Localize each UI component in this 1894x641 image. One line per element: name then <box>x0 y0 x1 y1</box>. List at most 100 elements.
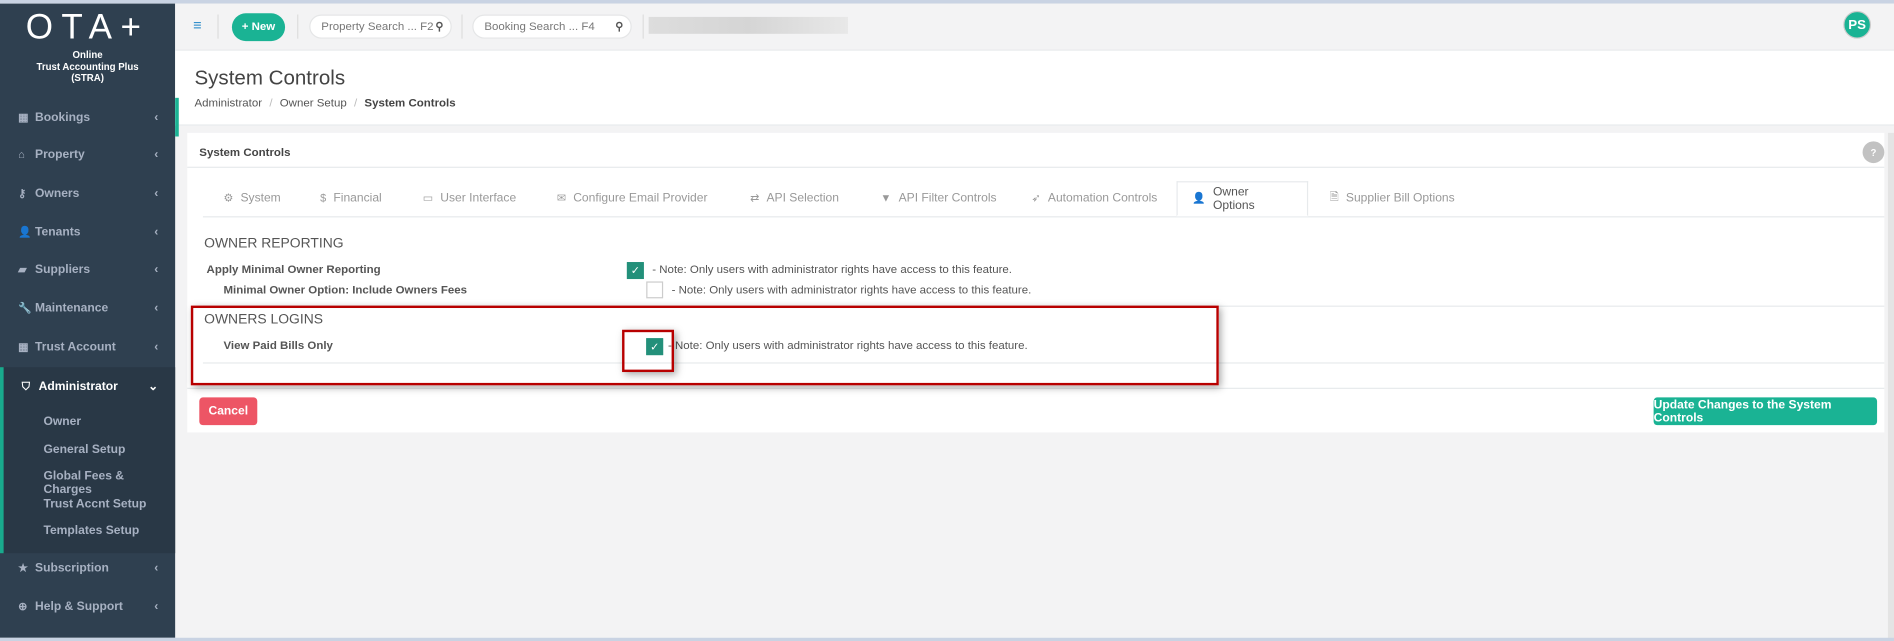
user-icon: 👤 <box>18 225 32 238</box>
rocket-icon: ➶ <box>1031 191 1041 204</box>
tab-automation-controls[interactable]: ➶ Automation Controls <box>1017 181 1172 215</box>
tab-label: API Filter Controls <box>898 191 997 205</box>
property-search-input[interactable]: Property Search ... F2 ⚲ <box>309 14 452 39</box>
page-title: System Controls <box>194 66 346 90</box>
sidebar-subitem-general-setup[interactable]: General Setup <box>43 443 125 456</box>
check-icon: ✓ <box>630 263 640 277</box>
tab-label: User Interface <box>440 191 517 205</box>
panel-title: System Controls <box>199 146 291 160</box>
tab-label: Automation Controls <box>1047 191 1158 205</box>
chevron-left-icon: ‹ <box>154 340 159 354</box>
logo: OTA+ <box>25 8 150 48</box>
chevron-left-icon: ‹ <box>154 599 159 614</box>
highlight-box <box>190 305 1219 386</box>
scrollbar[interactable] <box>1887 132 1894 641</box>
tab-underline <box>202 216 1885 218</box>
booking-search-input[interactable]: Booking Search ... F4 ⚲ <box>472 14 632 39</box>
laptop-icon: ▭ <box>422 191 434 204</box>
envelope-icon: ✉ <box>556 191 566 204</box>
dollar-icon: $ <box>320 192 327 205</box>
tab-label: Owner Options <box>1212 185 1255 212</box>
tab-api-selection[interactable]: ⇄ API Selection <box>736 181 854 215</box>
sidebar-subitem-trust-accnt-setup[interactable]: Trust Accnt Setup <box>43 498 146 511</box>
logo-line: Online <box>72 49 103 61</box>
nav-label: Maintenance <box>35 301 109 315</box>
divider <box>187 387 1885 389</box>
nav-label: Owners <box>35 186 80 200</box>
booking-search-placeholder: Booking Search ... F4 <box>484 19 595 34</box>
user-icon: 👤 <box>1192 192 1206 205</box>
sidebar-item-property[interactable]: ⌂ Property ‹ <box>0 136 175 172</box>
breadcrumb-item[interactable]: Owner Setup <box>280 97 347 110</box>
sidebar-item-maintenance[interactable]: 🔧 Maintenance ‹ <box>0 290 175 326</box>
search-icon: ⚲ <box>435 19 444 33</box>
sidebar-item-help-support[interactable]: ⊕ Help & Support ‹ <box>0 588 175 624</box>
nav-label: Administrator <box>38 379 118 394</box>
sidebar: OTA+ Online Trust Accounting Plus (STRA)… <box>0 3 176 638</box>
logo-line: (STRA) <box>71 72 104 84</box>
sidebar-item-owners[interactable]: ⚷ Owners ‹ <box>0 175 175 211</box>
shield-icon: ⛉ <box>21 379 30 392</box>
chevron-left-icon: ‹ <box>154 561 159 575</box>
key-icon: ⚷ <box>18 186 27 199</box>
sidebar-subitem-global-fees[interactable]: Global Fees & Charges <box>43 470 175 497</box>
divider <box>642 14 644 39</box>
sidebar-item-bookings[interactable]: ▦ Bookings ‹ <box>0 99 175 135</box>
tab-label: Supplier Bill Options <box>1345 191 1455 205</box>
hamburger-menu-icon[interactable]: ≡ <box>193 17 201 34</box>
divider <box>461 14 463 39</box>
file-icon: 🗎 <box>1329 190 1339 203</box>
divider <box>217 14 219 39</box>
nav-label: Property <box>35 147 85 162</box>
tab-user-interface[interactable]: ▭ User Interface <box>408 181 530 215</box>
chevron-left-icon: ‹ <box>154 110 159 124</box>
tab-system[interactable]: ⚙ System <box>209 181 295 215</box>
tab-supplier-bill-options[interactable]: 🗎 Supplier Bill Options <box>1315 181 1469 215</box>
sidebar-subitem-templates-setup[interactable]: Templates Setup <box>43 524 139 537</box>
sidebar-item-administrator[interactable]: ⛉ Administrator ⌄ <box>0 368 175 404</box>
life-ring-icon: ⊕ <box>18 599 28 612</box>
help-icon[interactable]: ? <box>1862 141 1885 164</box>
tab-api-filter-controls[interactable]: ▼ API Filter Controls <box>866 181 1011 215</box>
new-button[interactable]: + New <box>231 13 286 42</box>
divider <box>297 14 299 39</box>
nav-label: Trust Account <box>35 340 116 354</box>
active-indicator <box>175 97 179 137</box>
calendar-icon: ▦ <box>18 110 29 123</box>
chevron-left-icon: ‹ <box>154 262 159 277</box>
tab-label: System <box>240 191 281 205</box>
tab-label: API Selection <box>766 191 839 205</box>
logo-line: Trust Accounting Plus <box>36 60 139 72</box>
redacted-field <box>648 16 848 34</box>
nav-label: Subscription <box>35 561 109 575</box>
breadcrumb-item[interactable]: Administrator <box>194 97 262 110</box>
sidebar-subitem-owner[interactable]: Owner <box>43 416 81 429</box>
user-avatar[interactable]: PS <box>1843 10 1872 39</box>
sidebar-item-subscription[interactable]: ★ Subscription ‹ <box>0 550 175 586</box>
calculator-icon: ▦ <box>18 340 29 353</box>
truck-icon: ▰ <box>18 262 27 275</box>
label-apply-minimal-owner-reporting: Apply Minimal Owner Reporting <box>206 263 381 277</box>
tab-configure-email-provider[interactable]: ✉ Configure Email Provider <box>542 181 722 215</box>
nav-label: Help & Support <box>35 599 123 614</box>
nav-label: Suppliers <box>35 262 91 277</box>
sidebar-item-tenants[interactable]: 👤 Tenants ‹ <box>0 214 175 250</box>
cancel-button[interactable]: Cancel <box>199 397 258 426</box>
checkbox-apply-minimal-owner-reporting[interactable]: ✓ <box>626 262 644 280</box>
tab-owner-options[interactable]: 👤 Owner Options <box>1176 181 1309 217</box>
update-button[interactable]: Update Changes to the System Controls <box>1653 397 1878 426</box>
checkbox-include-owners-fees[interactable] <box>646 281 664 299</box>
tab-label: Configure Email Provider <box>573 191 708 205</box>
sidebar-item-trust-account[interactable]: ▦ Trust Account ‹ <box>0 329 175 365</box>
sidebar-item-suppliers[interactable]: ▰ Suppliers ‹ <box>0 251 175 287</box>
section-title-owner-reporting: OWNER REPORTING <box>204 236 344 252</box>
logo-subtitle: Online Trust Accounting Plus (STRA) <box>0 50 175 84</box>
tab-financial[interactable]: $ Financial <box>306 181 397 215</box>
filter-icon: ▼ <box>880 192 892 205</box>
breadcrumb: Administrator / Owner Setup / System Control… <box>194 96 456 110</box>
nav-label: Bookings <box>35 110 91 124</box>
chevron-left-icon: ‹ <box>154 225 159 239</box>
chevron-left-icon: ‹ <box>154 301 159 315</box>
gear-icon: ⚙ <box>223 191 234 204</box>
note-text: - Note: Only users with administrator ri… <box>652 263 1012 277</box>
